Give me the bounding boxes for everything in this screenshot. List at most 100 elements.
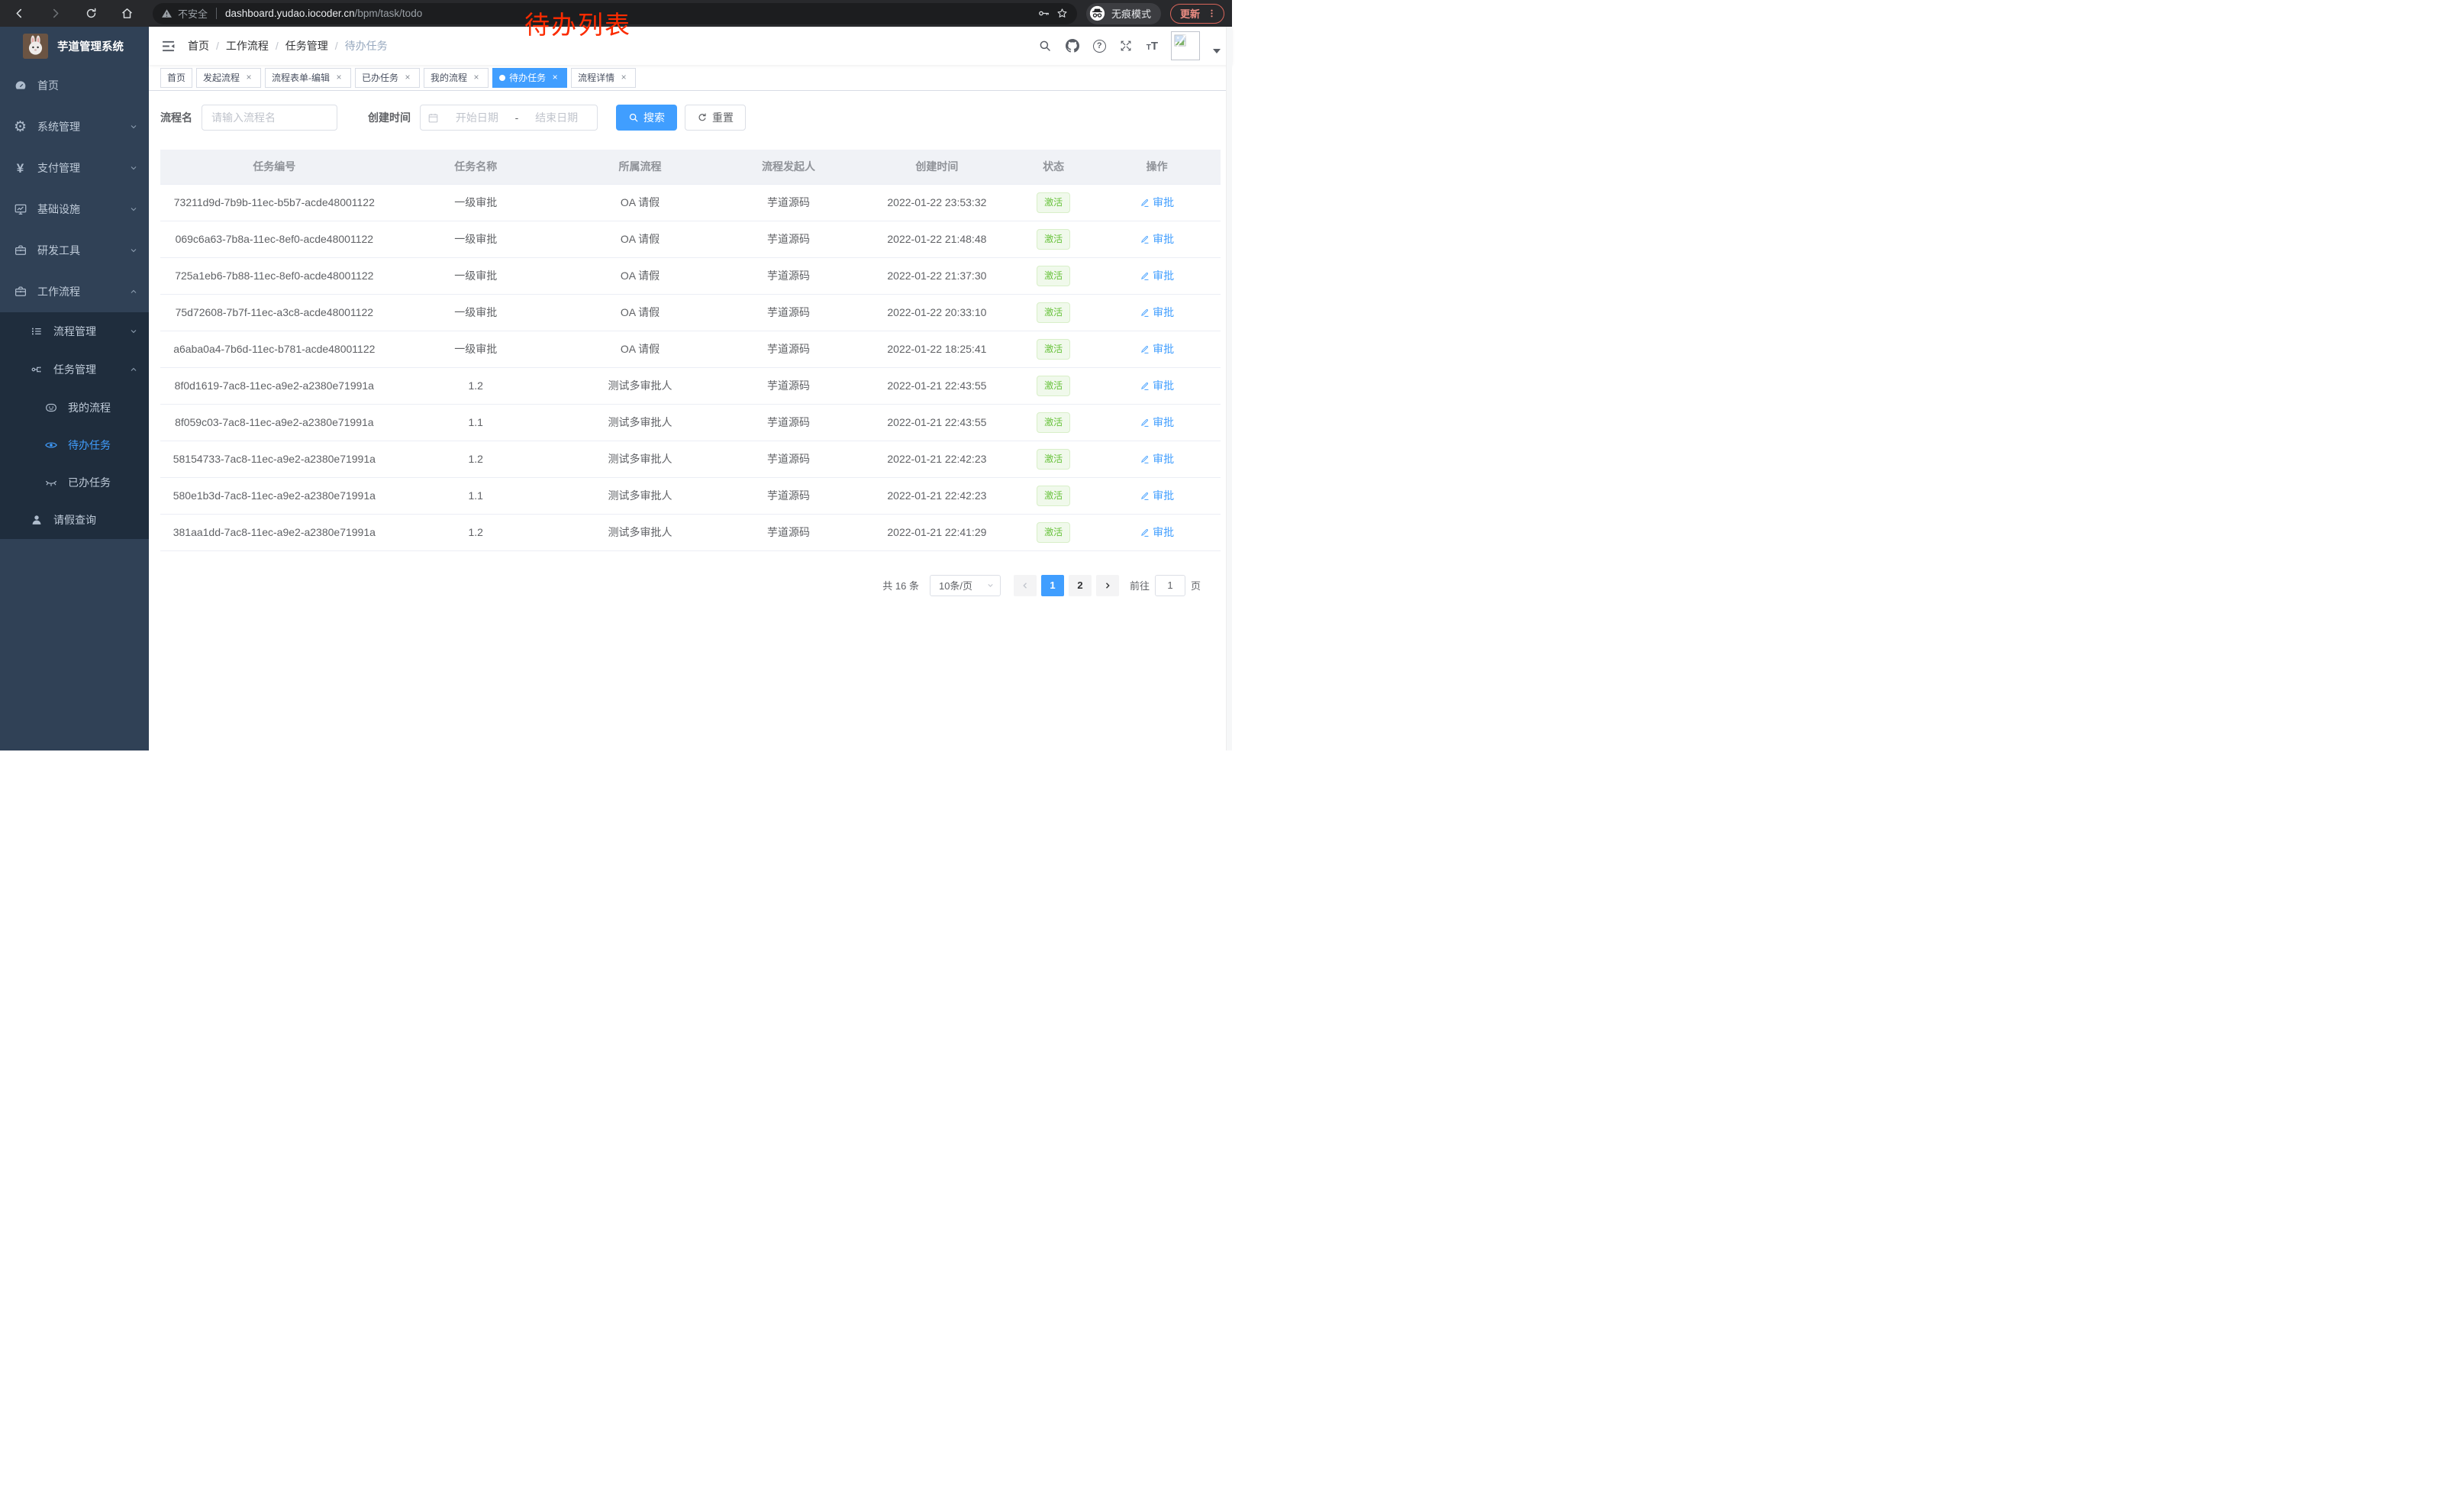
tab-item-6[interactable]: 流程详情×	[571, 68, 636, 88]
date-range-picker[interactable]: 开始日期 - 结束日期	[420, 105, 598, 131]
approve-link[interactable]: 审批	[1140, 231, 1174, 247]
search-button[interactable]: 搜索	[616, 105, 677, 131]
browser-update-button[interactable]: 更新	[1170, 4, 1224, 24]
org-icon	[29, 363, 44, 377]
approve-link[interactable]: 审批	[1140, 195, 1174, 210]
sidebar-item-5[interactable]: 工作流程	[0, 271, 149, 312]
prev-page-button[interactable]	[1014, 575, 1037, 596]
content: 流程名 创建时间 开始日期 - 结束日期 搜索 重置	[149, 91, 1232, 750]
cell-process: OA 请假	[563, 184, 717, 221]
sidebar-item-7[interactable]: 任务管理	[0, 350, 149, 389]
column-header-4: 创建时间	[860, 150, 1014, 184]
cell-task-name: 一级审批	[389, 294, 563, 331]
avatar[interactable]	[1171, 31, 1200, 60]
edit-pen-icon	[1140, 198, 1150, 208]
app-logo-row[interactable]: 芋道管理系统	[0, 27, 149, 65]
sidebar-item-9[interactable]: 待办任务	[0, 426, 149, 463]
tab-close-icon[interactable]: ×	[471, 73, 482, 83]
cell-process: OA 请假	[563, 221, 717, 257]
user-icon	[29, 513, 44, 528]
scrollbar-track[interactable]	[1226, 27, 1232, 750]
search-icon[interactable]	[1038, 39, 1053, 53]
next-page-button[interactable]	[1096, 575, 1119, 596]
sidebar-item-2[interactable]: ¥支付管理	[0, 147, 149, 189]
edit-pen-icon	[1140, 528, 1150, 537]
reset-button[interactable]: 重置	[685, 105, 746, 131]
cell-initiator: 芋道源码	[717, 294, 860, 331]
sidebar-collapse-icon[interactable]	[160, 38, 176, 54]
page-button-2[interactable]: 2	[1069, 575, 1092, 596]
bookmark-star-icon[interactable]	[1056, 7, 1069, 20]
tab-item-0[interactable]: 首页	[160, 68, 192, 88]
sidebar-item-11[interactable]: 请假查询	[0, 501, 149, 539]
tab-close-icon[interactable]: ×	[550, 73, 560, 83]
cell-task-id: 580e1b3d-7ac8-11ec-a9e2-a2380e71991a	[160, 477, 389, 514]
active-tab-dot	[499, 75, 505, 81]
tab-item-4[interactable]: 我的流程×	[424, 68, 489, 88]
filter-bar: 流程名 创建时间 开始日期 - 结束日期 搜索 重置	[160, 105, 1221, 131]
sidebar-item-10[interactable]: 已办任务	[0, 463, 149, 501]
tab-item-5[interactable]: 待办任务×	[492, 68, 567, 88]
approve-link[interactable]: 审批	[1140, 305, 1174, 320]
breadcrumb-item-2[interactable]: 任务管理	[285, 38, 328, 53]
fullscreen-icon[interactable]	[1119, 39, 1134, 53]
broken-image-icon	[1174, 34, 1187, 47]
avatar-caret-icon[interactable]	[1213, 49, 1221, 53]
breadcrumb-item-1[interactable]: 工作流程	[226, 38, 269, 53]
tab-close-icon[interactable]: ×	[402, 73, 413, 83]
sidebar-item-label: 任务管理	[53, 362, 119, 377]
back-icon[interactable]	[9, 4, 29, 24]
cell-created: 2022-01-21 22:42:23	[860, 477, 1014, 514]
breadcrumb-item-0[interactable]: 首页	[188, 38, 209, 53]
briefcase-icon	[13, 244, 27, 258]
approve-link[interactable]: 审批	[1140, 415, 1174, 430]
edit-pen-icon	[1140, 308, 1150, 318]
edit-pen-icon	[1140, 418, 1150, 428]
goto-page-input[interactable]	[1155, 575, 1185, 596]
kebab-menu-icon[interactable]	[1207, 8, 1217, 18]
table-row: 8f059c03-7ac8-11ec-a9e2-a2380e71991a1.1测…	[160, 404, 1221, 441]
page-button-1[interactable]: 1	[1041, 575, 1064, 596]
font-size-icon[interactable]: TT	[1147, 40, 1158, 52]
cell-initiator: 芋道源码	[717, 477, 860, 514]
help-icon[interactable]: ?	[1093, 40, 1106, 53]
gear-icon: ⚙	[13, 120, 27, 134]
cell-process: 测试多审批人	[563, 477, 717, 514]
approve-link[interactable]: 审批	[1140, 378, 1174, 393]
approve-link[interactable]: 审批	[1140, 451, 1174, 466]
navbar: 首页/工作流程/任务管理/待办任务 ? TT	[149, 27, 1232, 65]
tab-item-2[interactable]: 流程表单-编辑×	[265, 68, 351, 88]
breadcrumb-separator: /	[335, 40, 338, 52]
process-name-input[interactable]	[202, 105, 337, 131]
reload-icon[interactable]	[81, 4, 101, 24]
github-icon[interactable]	[1066, 39, 1080, 53]
cell-task-id: 75d72608-7b7f-11ec-a3c8-acde48001122	[160, 294, 389, 331]
key-icon[interactable]	[1037, 7, 1050, 20]
forward-icon[interactable]	[45, 4, 65, 24]
tab-close-icon[interactable]: ×	[334, 73, 344, 83]
tab-item-3[interactable]: 已办任务×	[355, 68, 420, 88]
status-badge: 激活	[1037, 376, 1070, 396]
sidebar-item-label: 流程管理	[53, 324, 119, 339]
approve-link[interactable]: 审批	[1140, 525, 1174, 540]
sidebar-item-0[interactable]: 首页	[0, 65, 149, 106]
sidebar-item-label: 请假查询	[53, 512, 138, 528]
cell-task-name: 一级审批	[389, 257, 563, 294]
sidebar-item-4[interactable]: 研发工具	[0, 230, 149, 271]
tab-item-1[interactable]: 发起流程×	[196, 68, 261, 88]
sidebar-item-1[interactable]: ⚙系统管理	[0, 106, 149, 147]
home-icon[interactable]	[117, 4, 137, 24]
column-header-1: 任务名称	[389, 150, 563, 184]
sidebar-item-8[interactable]: 我的流程	[0, 389, 149, 426]
approve-link[interactable]: 审批	[1140, 341, 1174, 357]
tab-close-icon[interactable]: ×	[243, 73, 254, 83]
tab-close-icon[interactable]: ×	[618, 73, 629, 83]
approve-link[interactable]: 审批	[1140, 268, 1174, 283]
status-badge: 激活	[1037, 302, 1070, 323]
approve-link[interactable]: 审批	[1140, 488, 1174, 503]
red-annotation: 待办列表	[524, 5, 631, 41]
sidebar-item-3[interactable]: 基础设施	[0, 189, 149, 230]
table-row: 580e1b3d-7ac8-11ec-a9e2-a2380e71991a1.1测…	[160, 477, 1221, 514]
page-size-select[interactable]: 10条/页	[930, 575, 1001, 596]
sidebar-item-6[interactable]: 流程管理	[0, 312, 149, 350]
